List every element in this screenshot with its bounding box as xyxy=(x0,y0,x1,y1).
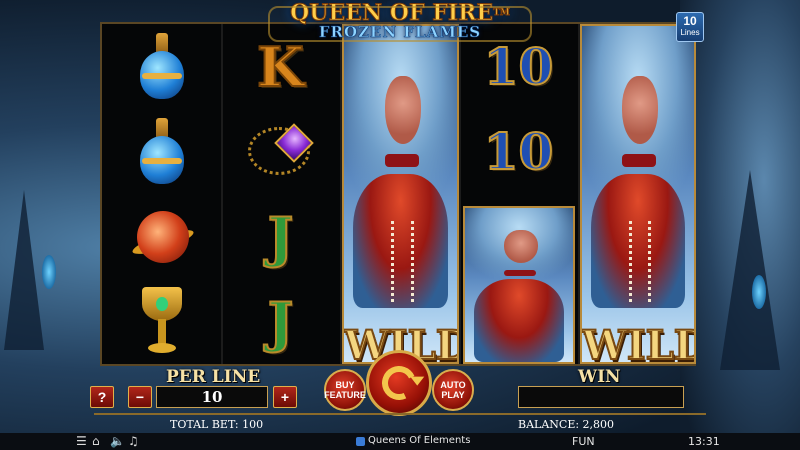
reel-2: K J J xyxy=(221,24,340,364)
auto-play-button[interactable]: AUTO PLAY xyxy=(432,369,474,411)
symbol-queen-wild-stacked: WILD xyxy=(342,24,459,364)
divider xyxy=(94,413,706,415)
symbol-amulet xyxy=(221,109,340,194)
provider-name: Queens Of Elements xyxy=(368,435,471,446)
lines-badge[interactable]: 10 Lines xyxy=(676,12,704,42)
clock: 13:31 xyxy=(688,435,720,448)
reel-grid: K J J WILD 10 10 WILD xyxy=(100,22,696,366)
game-logo: QUEEN OF FIRETM FROZEN FLAMES xyxy=(250,0,550,44)
lines-label: Lines xyxy=(680,28,700,37)
symbol-blue-potion xyxy=(102,109,221,194)
provider-logo xyxy=(356,437,365,446)
speed-icon[interactable]: ♫ xyxy=(128,434,139,448)
total-bet: TOTAL BET: 100 xyxy=(170,418,264,431)
symbol-ten: 10 xyxy=(483,121,555,182)
home-icon[interactable]: ⌂ xyxy=(92,434,100,448)
menu-icon[interactable]: ☰ xyxy=(76,434,87,448)
spin-button[interactable] xyxy=(366,350,432,416)
symbol-fire-orb xyxy=(102,194,221,279)
play-mode: FUN xyxy=(572,435,595,448)
balance: BALANCE: 2,800 xyxy=(518,418,615,431)
background-glow xyxy=(752,275,766,309)
help-button[interactable]: ? xyxy=(90,386,114,408)
bet-decrease-button[interactable]: − xyxy=(128,386,152,408)
symbol-golden-goblet xyxy=(102,279,221,364)
wild-label: WILD xyxy=(582,321,696,364)
symbol-queen-wild xyxy=(463,206,575,364)
per-line-value: 10 xyxy=(156,386,268,408)
buy-feature-button[interactable]: BUY FEATURE xyxy=(324,369,366,411)
symbol-queen-wild-stacked: WILD xyxy=(580,24,696,364)
symbol-blue-potion xyxy=(102,24,221,109)
background-scene-right xyxy=(680,0,800,450)
symbol-j: J xyxy=(267,204,295,270)
reel-1 xyxy=(102,24,221,364)
background-glow xyxy=(42,255,56,289)
sound-icon[interactable]: 🔈 xyxy=(110,434,125,448)
bet-increase-button[interactable]: + xyxy=(273,386,297,408)
system-bar: ☰ ⌂ 🔈 ♫ Queens Of Elements FUN 13:31 xyxy=(0,433,800,450)
win-value xyxy=(518,386,684,408)
spin-icon xyxy=(377,361,421,405)
per-line-label: PER LINE xyxy=(166,367,261,387)
win-label: WIN xyxy=(578,367,621,387)
symbol-j: J xyxy=(267,289,295,355)
lines-count: 10 xyxy=(683,14,697,28)
